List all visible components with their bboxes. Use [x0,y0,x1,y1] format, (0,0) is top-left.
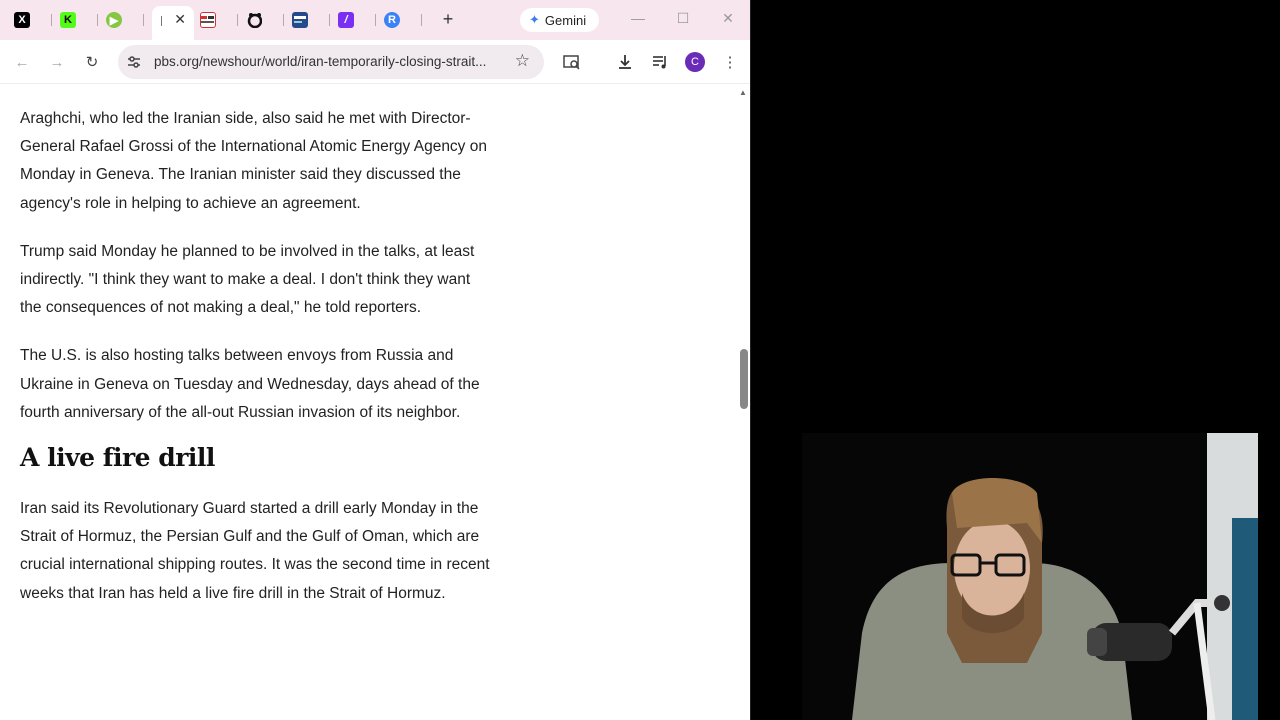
tab-slash[interactable]: / [338,6,376,34]
profile-avatar[interactable]: C [685,52,705,72]
gemini-sparkle-icon: ✦ [529,12,540,27]
site-info-icon[interactable] [126,54,142,70]
tab-game[interactable] [246,6,284,34]
rumble-icon: ▶ [106,12,122,28]
tab-strip: X K ▶ ✕ / R + ✦ Gemini — ☐ ✕ [0,0,750,40]
webcam-overlay [802,433,1258,720]
news-icon [200,12,216,28]
article-paragraph: The U.S. is also hosting talks between e… [20,347,480,421]
x-icon: X [14,12,30,28]
scroll-up-arrow-icon[interactable]: ▲ [739,88,747,97]
article-paragraph: Araghchi, who led the Iranian side, also… [20,110,487,212]
tab-news[interactable] [200,6,238,34]
reload-button[interactable]: ↻ [82,52,102,72]
back-button[interactable]: ← [12,52,32,72]
tab-kick[interactable]: K [60,6,98,34]
bookmark-star-icon[interactable]: ☆ [515,51,530,71]
page-scrollbar[interactable]: ▲ [737,85,750,720]
forward-button[interactable]: → [47,52,67,72]
address-bar[interactable]: pbs.org/newshour/world/iran-temporarily-… [118,45,544,79]
article-paragraph: Iran said its Revolutionary Guard starte… [20,500,490,602]
download-icon[interactable] [615,52,635,72]
tab-pbs-active[interactable]: ✕ [152,6,194,40]
browser-toolbar: ← → ↻ pbs.org/newshour/world/iran-tempor… [0,40,750,84]
gemini-button[interactable]: ✦ Gemini [520,8,599,32]
lens-search-icon[interactable] [562,52,582,72]
section-heading: A live fire drill [20,443,215,473]
kick-icon: K [60,12,76,28]
close-window-button[interactable]: ✕ [718,10,738,27]
tab-rumble[interactable]: ▶ [106,6,144,34]
article-paragraph: Trump said Monday he planned to be invol… [20,242,475,317]
close-tab-icon[interactable]: ✕ [174,11,186,28]
new-tab-button[interactable]: + [438,8,458,32]
scroll-thumb[interactable] [740,348,748,409]
article-body: Araghchi, who led the Iranian side, also… [20,105,490,628]
tab-r[interactable]: R [384,6,422,34]
tab-x[interactable]: X [14,6,52,34]
game-icon [246,12,262,28]
tab-doc[interactable] [292,6,330,34]
gemini-label: Gemini [544,12,587,28]
browser-window: X K ▶ ✕ / R + ✦ Gemini — ☐ ✕ ← → ↻ pbs.o… [0,0,751,720]
maximize-button[interactable]: ☐ [673,10,693,27]
media-controls-icon[interactable] [650,52,670,72]
r-icon: R [384,12,400,28]
menu-kebab-icon[interactable]: ⋮ [720,52,740,72]
url-text[interactable]: pbs.org/newshour/world/iran-temporarily-… [154,54,486,69]
page-content: Araghchi, who led the Iranian side, also… [0,85,737,720]
slash-icon: / [338,12,354,28]
webcam-feed-image [802,433,1258,720]
doc-icon [292,12,308,28]
minimize-button[interactable]: — [628,10,648,26]
